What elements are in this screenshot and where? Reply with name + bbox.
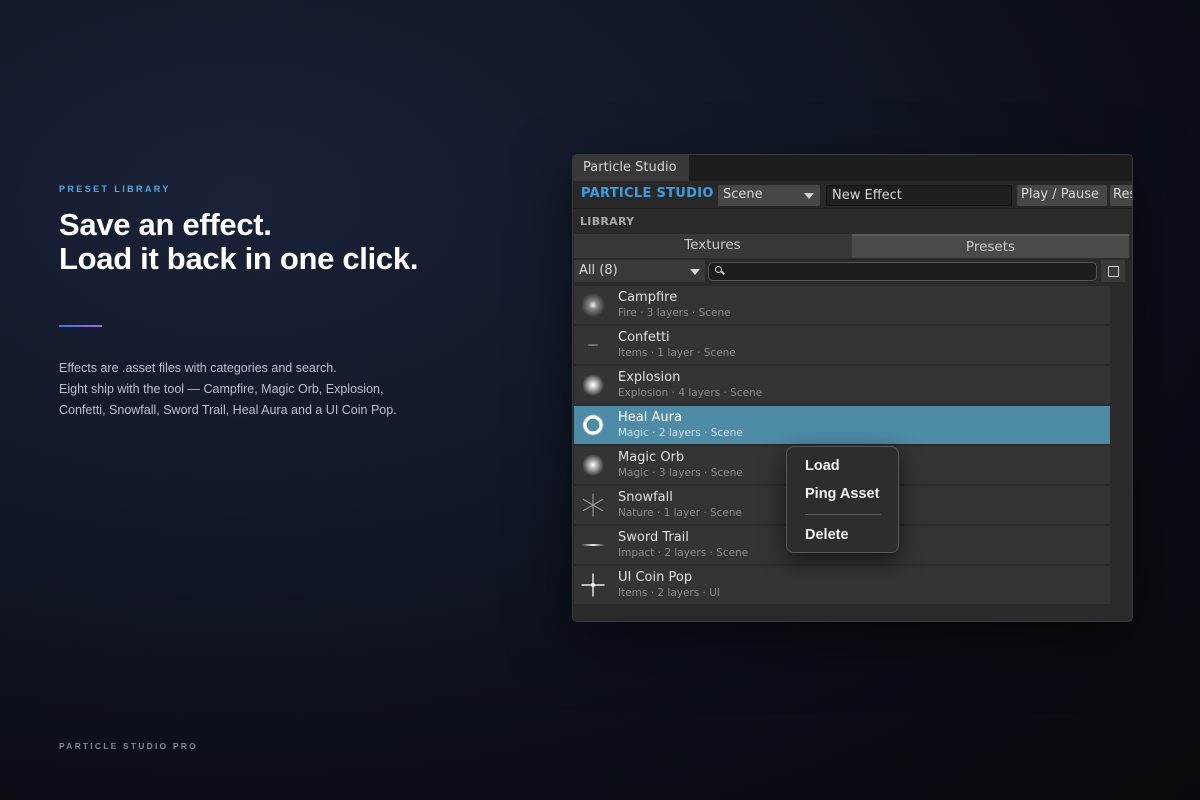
toggle-checkbox[interactable] [1101,260,1125,282]
description-line-3: Confetti, Snowfall, Sword Trail, Heal Au… [59,403,397,417]
bright-glow-icon [582,454,604,476]
description-line-2: Eight ship with the tool — Campfire, Mag… [59,382,384,396]
filter-row: All (8) [573,258,1132,284]
menu-divider [805,514,881,515]
preset-name: Campfire [618,290,678,305]
reset-button[interactable]: Reset [1110,185,1132,206]
preset-name: Sword Trail [618,530,689,545]
library-tabs: Textures Presets [574,234,1129,258]
menu-item-load[interactable]: Load [805,458,840,474]
list-item-selected[interactable]: Heal Aura Magic · 2 layers · Scene [574,406,1110,444]
category-dropdown[interactable]: All (8) [574,260,705,282]
effect-name-field[interactable]: New Effect [826,185,1012,206]
preset-meta: Impact · 2 layers · Scene [618,547,749,559]
list-item[interactable]: Explosion Explosion · 4 layers · Scene [574,366,1110,404]
preset-name: Heal Aura [618,410,682,425]
search-input[interactable] [708,262,1097,281]
list-item[interactable]: Campfire Fire · 3 layers · Scene [574,286,1110,324]
preset-meta: Items · 2 layers · UI [618,587,721,599]
chevron-down-icon [690,269,700,275]
description-line-1: Effects are .asset files with categories… [59,361,337,375]
scene-dropdown-value: Scene [723,187,763,202]
scene-dropdown[interactable]: Scene [718,185,820,206]
list-item[interactable]: Confetti Items · 1 layer · Scene [574,326,1110,364]
toolbar: PARTICLE STUDIO Scene New Effect Play / … [573,181,1132,209]
soft-glow-icon [581,293,605,317]
preset-meta: Magic · 2 layers · Scene [618,427,743,439]
preset-name: Snowfall [618,490,673,505]
scrollbar[interactable] [1110,286,1130,604]
dash-icon [588,344,598,346]
context-menu: Load Ping Asset Delete [786,446,899,553]
play-pause-button[interactable]: Play / Pause [1017,185,1107,206]
preset-meta: Nature · 1 layer · Scene [618,507,743,519]
library-section-label: LIBRARY [573,209,1132,233]
preset-meta: Fire · 3 layers · Scene [618,307,731,319]
headline-line-2: Load it back in one click. [59,241,419,276]
bright-glow-icon [582,374,604,396]
preset-name: UI Coin Pop [618,570,693,585]
section-eyebrow: PRESET LIBRARY [59,184,171,194]
category-dropdown-value: All (8) [579,263,618,278]
streak-icon [581,544,605,546]
sparkle-icon [581,573,605,597]
menu-item-ping-asset[interactable]: Ping Asset [805,486,879,502]
ring-icon [582,414,604,436]
footer-brand: PARTICLE STUDIO PRO [59,741,198,751]
accent-divider [59,325,102,327]
headline-line-1: Save an effect. [59,207,272,242]
search-icon [715,266,722,273]
toolbar-brand: PARTICLE STUDIO [581,186,714,201]
window-tab-bar: Particle Studio [573,155,1132,182]
tab-presets[interactable]: Presets [852,234,1129,258]
preset-name: Confetti [618,330,670,345]
preset-meta: Explosion · 4 layers · Scene [618,387,763,399]
chevron-down-icon [804,193,814,199]
snowflake-icon [582,493,604,517]
window-tab[interactable]: Particle Studio [573,155,689,182]
tab-textures[interactable]: Textures [574,234,851,258]
preset-meta: Items · 1 layer · Scene [618,347,736,359]
preset-name: Explosion [618,370,681,385]
preset-list: Campfire Fire · 3 layers · Scene Confett… [574,286,1110,604]
preset-name: Magic Orb [618,450,685,465]
list-item[interactable]: UI Coin Pop Items · 2 layers · UI [574,566,1110,604]
menu-item-delete[interactable]: Delete [805,527,849,543]
description: Effects are .asset files with categories… [59,358,397,421]
preset-meta: Magic · 3 layers · Scene [618,467,743,479]
page-headline: Save an effect. Load it back in one clic… [59,208,418,276]
